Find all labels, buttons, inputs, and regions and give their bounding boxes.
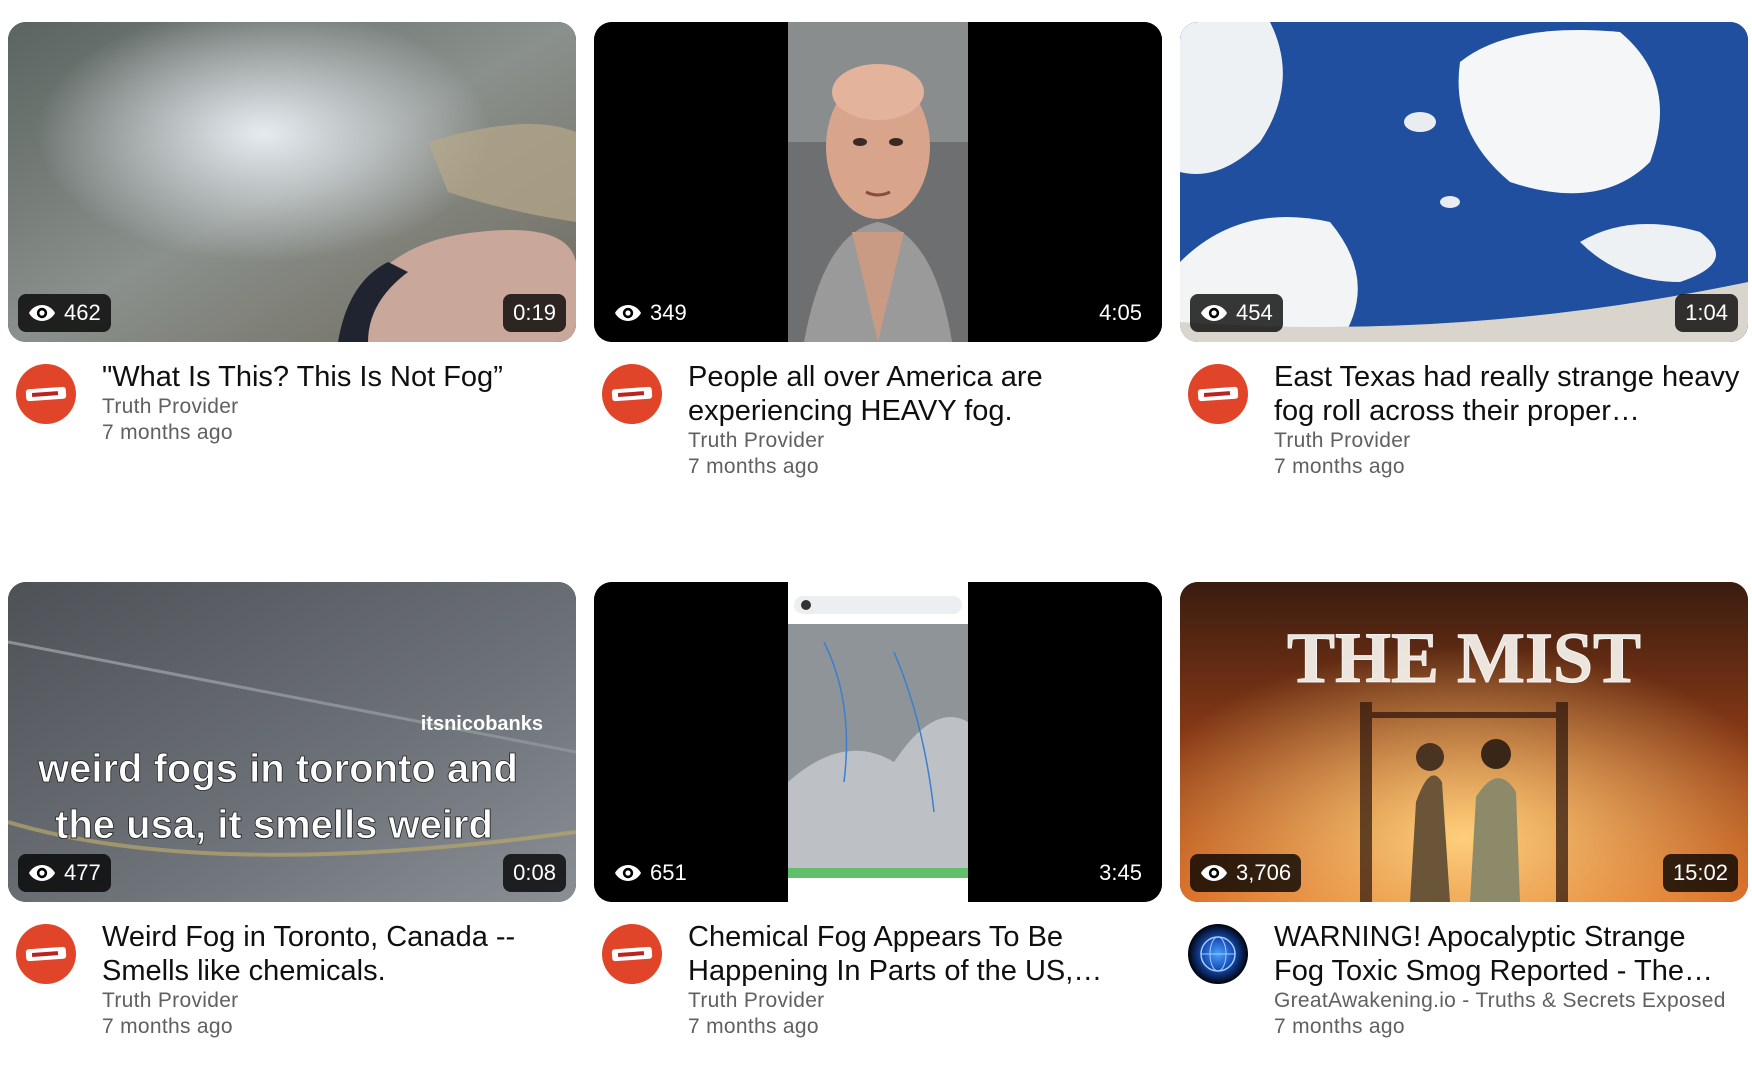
thumbnail-handle: itsnicobanks xyxy=(421,713,543,735)
channel-avatar[interactable] xyxy=(16,364,76,424)
channel-avatar[interactable] xyxy=(16,924,76,984)
video-meta: Weird Fog in Toronto, Canada -- Smells l… xyxy=(8,902,576,1088)
view-count-badge: 3,706 xyxy=(1190,854,1302,892)
duration-badge: 4:05 xyxy=(1089,294,1152,332)
video-meta: WARNING! Apocalyptic Strange Fog Toxic S… xyxy=(1180,902,1748,1088)
thumbnail-caption-line-1: weird fogs in toronto and xyxy=(37,747,518,791)
video-thumbnail[interactable]: itsnicobanks weird fogs in toronto and t… xyxy=(8,582,576,902)
video-card[interactable]: 462 0:19 "What Is This? This Is Not Fog”… xyxy=(8,22,576,542)
video-title[interactable]: "What Is This? This Is Not Fog” xyxy=(102,360,570,394)
view-count: 651 xyxy=(650,860,687,885)
channel-avatar[interactable] xyxy=(602,924,662,984)
eye-icon xyxy=(29,305,55,321)
duration-badge: 0:08 xyxy=(503,854,566,892)
thumbnail-caption-line-2: the usa, it smells weird xyxy=(55,803,493,847)
globe-icon xyxy=(1200,936,1236,972)
channel-avatar[interactable] xyxy=(602,364,662,424)
eye-icon xyxy=(615,865,641,881)
view-count-badge: 349 xyxy=(604,294,697,332)
view-count-badge: 462 xyxy=(18,294,111,332)
thumbnail-title: THE MIST xyxy=(1287,618,1641,698)
channel-name[interactable]: Truth Provider xyxy=(688,428,1156,454)
video-thumbnail[interactable]: 454 1:04 xyxy=(1180,22,1748,342)
view-count: 454 xyxy=(1236,300,1273,325)
video-card[interactable]: 454 1:04 East Texas had really strange h… xyxy=(1180,22,1748,542)
video-grid: 462 0:19 "What Is This? This Is Not Fog”… xyxy=(0,0,1752,1088)
view-count-badge: 651 xyxy=(604,854,697,892)
video-thumbnail[interactable]: 349 4:05 xyxy=(594,22,1162,342)
video-title[interactable]: Weird Fog in Toronto, Canada -- Smells l… xyxy=(102,920,570,988)
channel-name[interactable]: Truth Provider xyxy=(688,988,1156,1014)
video-card[interactable]: 651 3:45 Chemical Fog Appears To Be Happ… xyxy=(594,582,1162,1088)
video-meta: East Texas had really strange heavy fog … xyxy=(1180,342,1748,542)
video-card[interactable]: 349 4:05 People all over America are exp… xyxy=(594,22,1162,542)
upload-age: 7 months ago xyxy=(688,455,819,478)
video-thumbnail[interactable]: 651 3:45 xyxy=(594,582,1162,902)
duration-badge: 15:02 xyxy=(1662,854,1738,892)
upload-age: 7 months ago xyxy=(688,1015,819,1038)
channel-name[interactable]: GreatAwakening.io - Truths & Secrets Exp… xyxy=(1274,988,1742,1014)
eye-icon xyxy=(1201,865,1227,881)
eye-icon xyxy=(1201,305,1227,321)
video-meta: People all over America are experiencing… xyxy=(594,342,1162,542)
channel-name[interactable]: Truth Provider xyxy=(1274,428,1742,454)
video-thumbnail[interactable]: THE MIST 3,706 15:02 xyxy=(1180,582,1748,902)
channel-avatar[interactable] xyxy=(1188,364,1248,424)
view-count-badge: 454 xyxy=(1190,294,1283,332)
video-title[interactable]: People all over America are experiencing… xyxy=(688,360,1156,428)
view-count: 477 xyxy=(64,860,101,885)
upload-age: 7 months ago xyxy=(102,421,233,444)
duration-badge: 0:19 xyxy=(503,294,566,332)
view-count: 3,706 xyxy=(1236,860,1292,885)
video-meta: "What Is This? This Is Not Fog” Truth Pr… xyxy=(8,342,576,542)
video-meta: Chemical Fog Appears To Be Happening In … xyxy=(594,902,1162,1088)
channel-name[interactable]: Truth Provider xyxy=(102,988,570,1014)
view-count: 349 xyxy=(650,300,687,325)
view-count-badge: 477 xyxy=(18,854,111,892)
upload-age: 7 months ago xyxy=(1274,1015,1405,1038)
video-title[interactable]: East Texas had really strange heavy fog … xyxy=(1274,360,1742,428)
upload-age: 7 months ago xyxy=(102,1015,233,1038)
duration-badge: 1:04 xyxy=(1675,294,1738,332)
eye-icon xyxy=(615,305,641,321)
video-card[interactable]: itsnicobanks weird fogs in toronto and t… xyxy=(8,582,576,1088)
channel-avatar[interactable] xyxy=(1188,924,1248,984)
video-title[interactable]: WARNING! Apocalyptic Strange Fog Toxic S… xyxy=(1274,920,1742,988)
video-title[interactable]: Chemical Fog Appears To Be Happening In … xyxy=(688,920,1156,988)
video-thumbnail[interactable]: 462 0:19 xyxy=(8,22,576,342)
eye-icon xyxy=(29,865,55,881)
view-count: 462 xyxy=(64,300,101,325)
channel-name[interactable]: Truth Provider xyxy=(102,394,570,420)
upload-age: 7 months ago xyxy=(1274,455,1405,478)
duration-badge: 3:45 xyxy=(1089,854,1152,892)
video-card[interactable]: THE MIST 3,706 15:02 WARNING! Apocalypti… xyxy=(1180,582,1748,1088)
